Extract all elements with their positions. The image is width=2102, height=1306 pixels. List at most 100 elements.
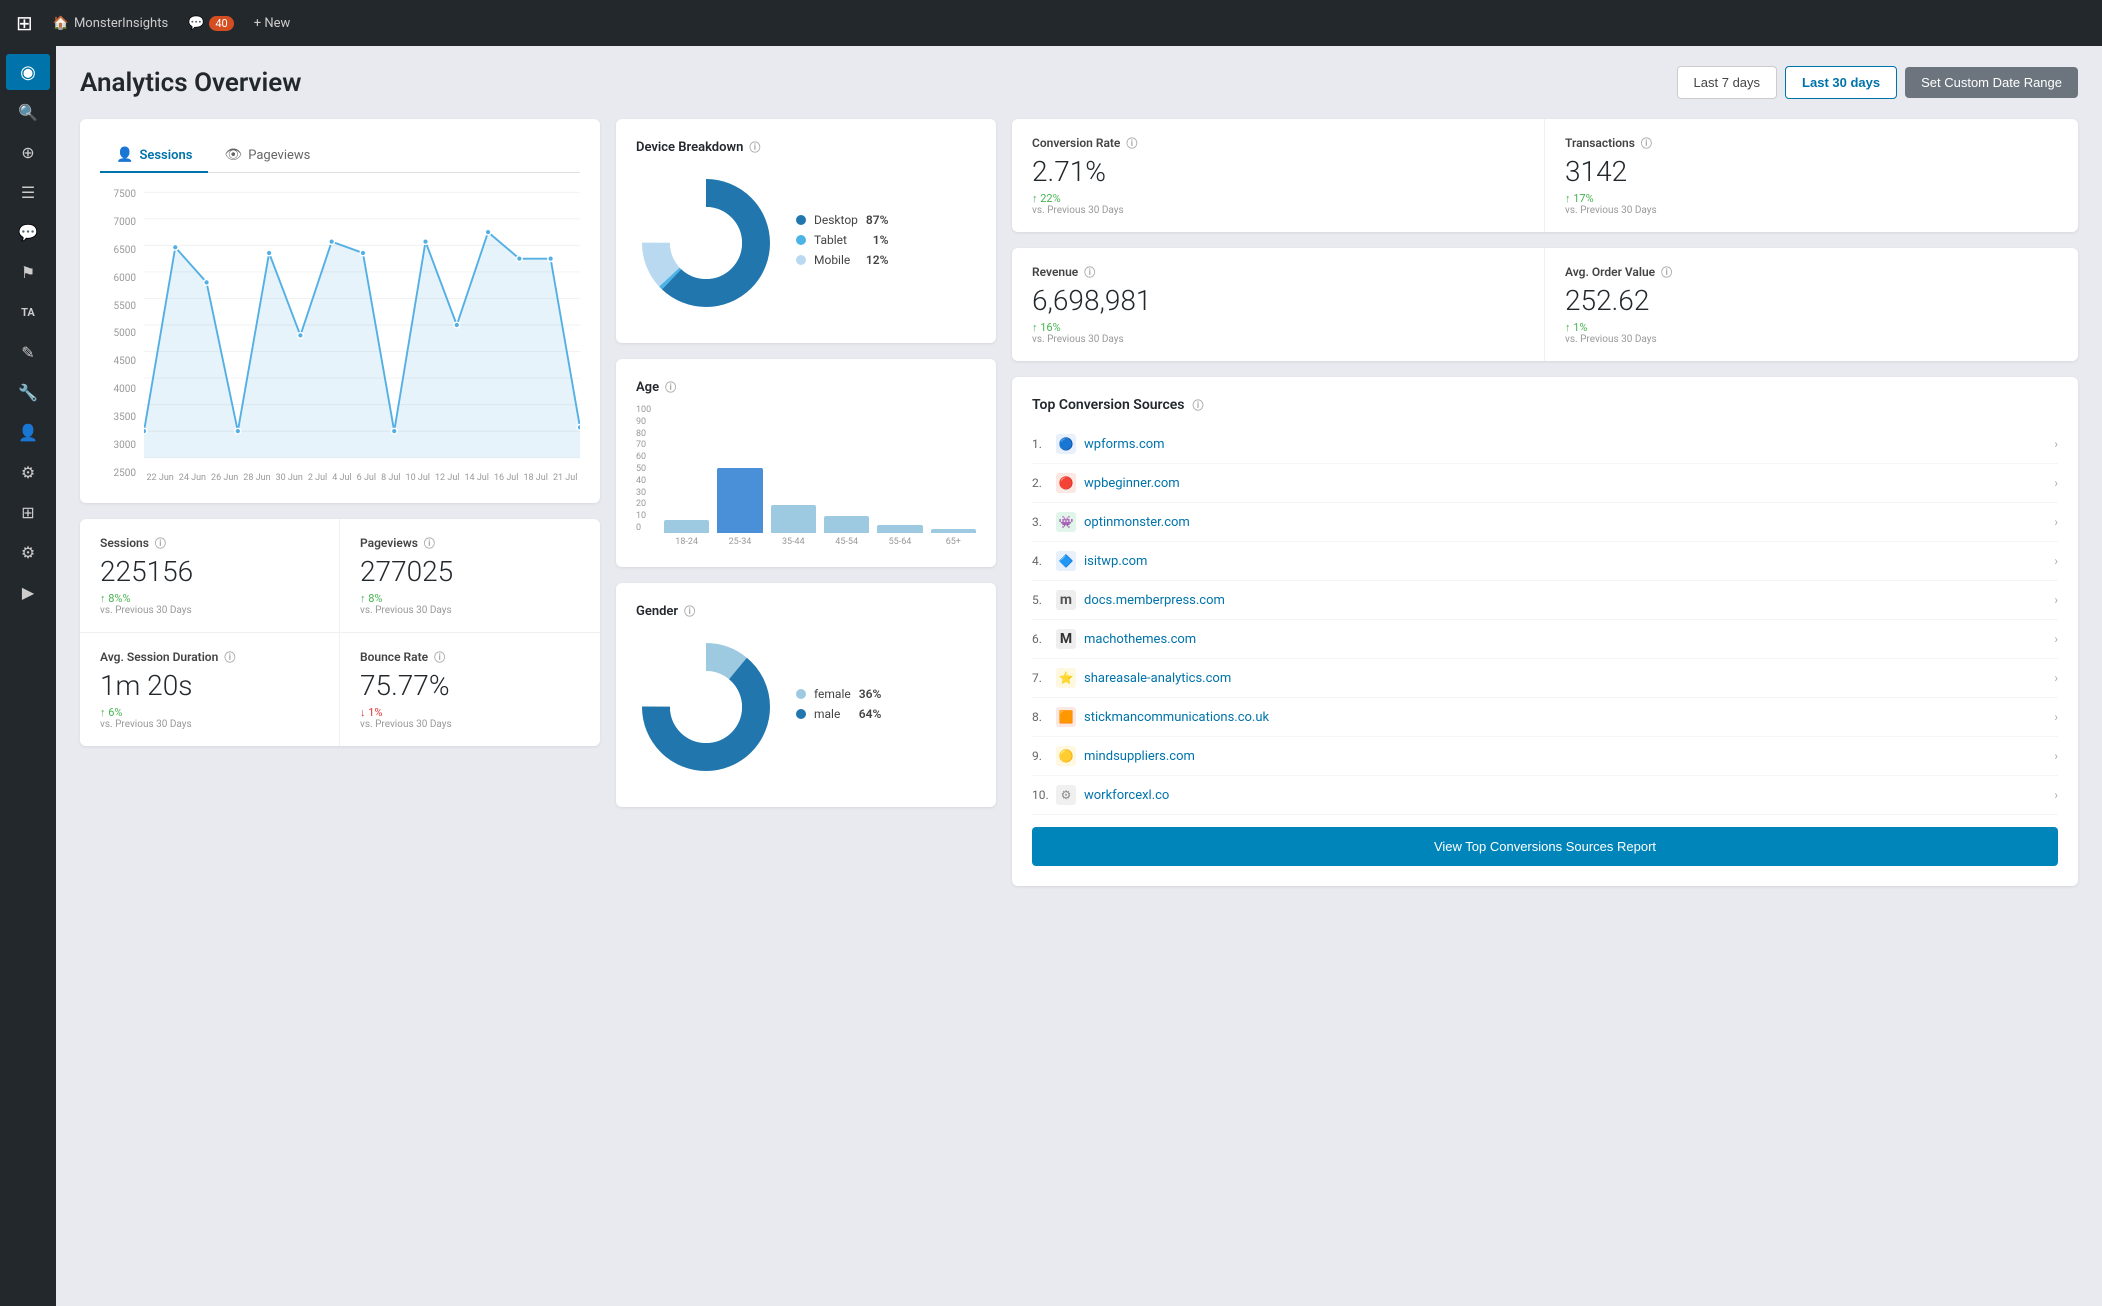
transactions-change: ↑ 17% [1565,192,2058,205]
gender-card: Gender ⓘ [616,583,996,807]
conversion-info-icon: ⓘ [1126,135,1137,151]
male-dot [796,709,806,719]
source-item-4[interactable]: 4. 🔷 isitwp.com › [1032,542,2058,581]
page-title: Analytics Overview [80,68,301,98]
sidebar-item-ta[interactable]: TA [6,294,50,330]
revenue-value: 6,698,981 [1032,284,1524,317]
sidebar-item-menu[interactable]: ☰ [6,174,50,210]
last-7-days-btn[interactable]: Last 7 days [1677,66,1778,99]
sessions-vs: vs. Previous 30 Days [100,605,319,616]
source-item-6[interactable]: 6. M machothemes.com › [1032,620,2058,659]
chat-icon: 💬 [188,16,204,31]
sidebar-item-edit[interactable]: ✎ [6,334,50,370]
transactions-box: Transactions ⓘ 3142 ↑ 17% vs. Previous 3… [1545,119,2078,232]
tab-sessions[interactable]: 👤 Sessions [100,139,208,173]
source-item-3[interactable]: 3. 👾 optinmonster.com › [1032,503,2058,542]
view-report-button[interactable]: View Top Conversions Sources Report [1032,827,2058,866]
sidebar-item-dashboard[interactable]: ◉ [6,54,50,90]
site-name-nav[interactable]: 🏠 MonsterInsights [53,16,168,31]
wp-icon[interactable]: ⊞ [16,11,33,35]
device-legend: Desktop 87% Tablet 1% Mobile [796,213,888,273]
revenue-change: ↑ 16% [1032,321,1524,334]
pageviews-vs: vs. Previous 30 Days [360,605,580,616]
source-item-10[interactable]: 10. ⚙ workforcexl.co › [1032,776,2058,815]
age-card: Age ⓘ 0 10 20 30 40 50 60 70 [616,359,996,567]
age-bar-55-64 [877,525,922,533]
conversion-change: ↑ 22% [1032,192,1524,205]
memberpress-icon: m [1056,590,1076,610]
tablet-dot [796,235,806,245]
chevron-down-icon: › [2054,788,2058,802]
desktop-legend: Desktop 87% [796,213,888,227]
sidebar-item-flag[interactable]: ⚑ [6,254,50,290]
page-header: Analytics Overview Last 7 days Last 30 d… [80,66,2078,99]
desktop-dot [796,215,806,225]
age-bar-35-44 [771,505,816,533]
bounce-value: 75.77% [360,669,580,702]
sidebar-item-tools[interactable]: 🔧 [6,374,50,410]
sidebar-item-user[interactable]: 👤 [6,414,50,450]
device-breakdown-card: Device Breakdown ⓘ [616,119,996,343]
sessions-chart-card: 👤 Sessions 👁 Pageviews 7500 7000 6500 [80,119,600,503]
mobile-legend: Mobile 12% [796,253,888,267]
source-item-7[interactable]: 7. ⭐ shareasale-analytics.com › [1032,659,2058,698]
last-30-days-btn[interactable]: Last 30 days [1785,66,1897,99]
source-item-5[interactable]: 5. m docs.memberpress.com › [1032,581,2058,620]
sidebar: ◉ 🔍 ⊕ ☰ 💬 ⚑ TA ✎ 🔧 👤 ⚙ ⊞ [0,46,56,1306]
sidebar-item-settings[interactable]: ⚙ [6,534,50,570]
conversion-vs: vs. Previous 30 Days [1032,205,1524,216]
pageviews-icon: 👁 [224,147,242,163]
avg-session-vs: vs. Previous 30 Days [100,719,319,730]
source-item-9[interactable]: 9. 🟡 mindsuppliers.com › [1032,737,2058,776]
gender-donut-container: female 36% male 64% [636,627,976,787]
revenue-vs: vs. Previous 30 Days [1032,334,1524,345]
tab-pageviews[interactable]: 👁 Pageviews [208,139,326,173]
notifications-badge: 40 [209,16,233,31]
avg-order-box: Avg. Order Value ⓘ 252.62 ↑ 1% vs. Previ… [1545,248,2078,361]
age-info-icon: ⓘ [665,379,676,395]
source-item-1[interactable]: 1. 🔵 wpforms.com › [1032,425,2058,464]
sessions-info-icon: ⓘ [155,535,166,551]
mobile-dot [796,255,806,265]
sidebar-item-comments[interactable]: 💬 [6,214,50,250]
revenue-box: Revenue ⓘ 6,698,981 ↑ 16% vs. Previous 3… [1012,248,1545,361]
sidebar-item-add[interactable]: ⊕ [6,134,50,170]
avg-order-info-icon: ⓘ [1661,264,1672,280]
device-breakdown-title: Device Breakdown [636,140,743,155]
chevron-down-icon: › [2054,749,2058,763]
age-bars [664,403,976,533]
sources-title: Top Conversion Sources ⓘ [1032,397,2058,413]
age-bar-65plus [931,529,976,533]
source-item-8[interactable]: 8. 🟧 stickmancommunications.co.uk › [1032,698,2058,737]
main-layout: ◉ 🔍 ⊕ ☰ 💬 ⚑ TA ✎ 🔧 👤 ⚙ ⊞ [0,46,2102,1306]
male-legend: male 64% [796,707,881,721]
custom-date-btn[interactable]: Set Custom Date Range [1905,67,2078,98]
transactions-info-icon: ⓘ [1641,135,1652,151]
notifications-nav[interactable]: 💬 40 [188,16,234,31]
middle-column: Device Breakdown ⓘ [616,119,996,807]
source-item-2[interactable]: 2. 🔴 wpbeginner.com › [1032,464,2058,503]
sessions-line-chart [144,185,580,465]
content-area: Analytics Overview Last 7 days Last 30 d… [56,46,2102,1306]
avg-session-change: ↑ 6% [100,706,319,719]
workforcexl-icon: ⚙ [1056,785,1076,805]
bounce-info-icon: ⓘ [434,649,445,665]
gender-title: Gender [636,604,678,619]
chevron-down-icon: › [2054,554,2058,568]
sidebar-item-play[interactable]: ▶ [6,574,50,610]
device-breakdown-info-icon: ⓘ [749,139,760,155]
age-x-labels: 18-24 25-34 35-44 45-54 55-64 65+ [664,537,976,547]
gender-legend: female 36% male 64% [796,687,881,727]
female-legend: female 36% [796,687,881,701]
sidebar-item-wrench[interactable]: ⚙ [6,454,50,490]
sessions-icon: 👤 [116,147,133,163]
sidebar-item-search[interactable]: 🔍 [6,94,50,130]
bounce-stat: Bounce Rate ⓘ 75.77% ↓ 1% vs. Previous 3… [340,633,600,746]
new-nav[interactable]: + New [254,16,291,31]
pageviews-value: 277025 [360,555,580,588]
sessions-change: ↑ 8%% [100,592,319,605]
top-conversion-sources-card: Top Conversion Sources ⓘ 1. 🔵 wpforms.co… [1012,377,2078,886]
sidebar-item-plugins[interactable]: ⊞ [6,494,50,530]
revenue-avg-card: Revenue ⓘ 6,698,981 ↑ 16% vs. Previous 3… [1012,248,2078,361]
chevron-down-icon: › [2054,593,2058,607]
